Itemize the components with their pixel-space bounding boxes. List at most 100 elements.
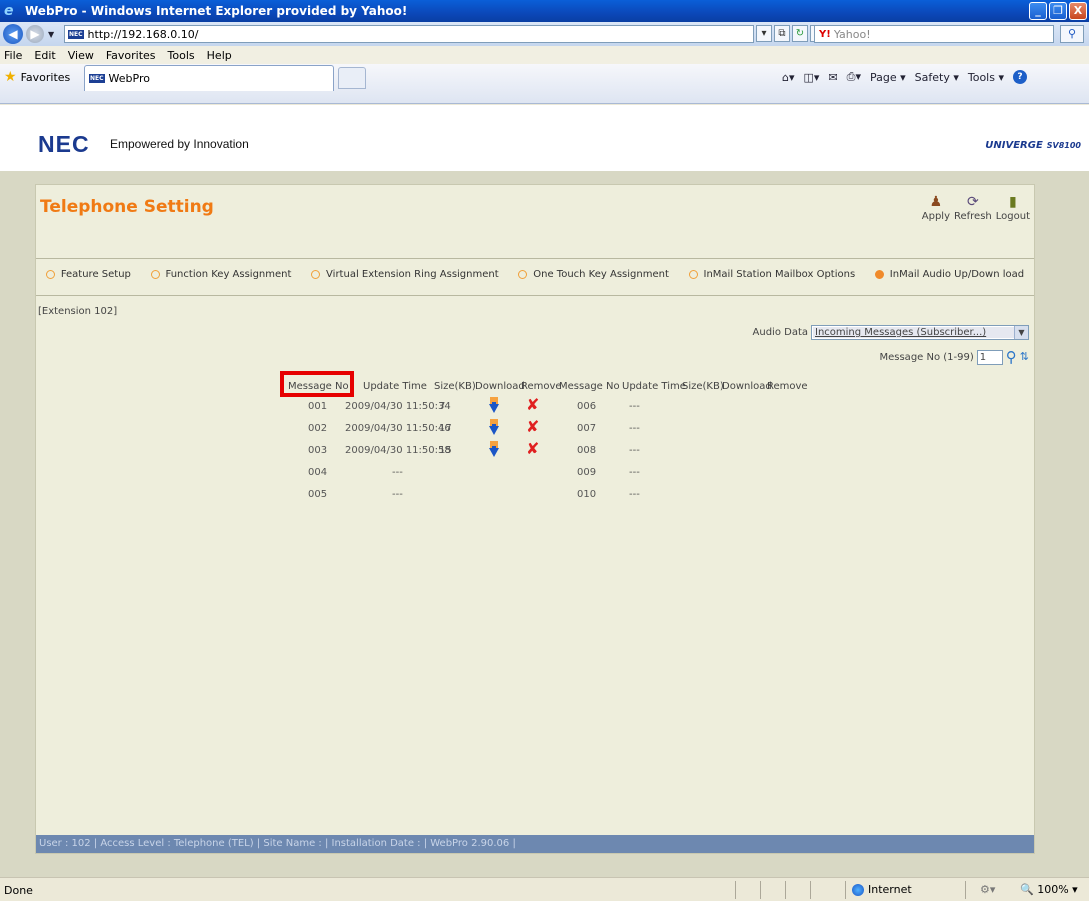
remove-icon[interactable]: ✘ bbox=[526, 441, 539, 457]
row-no: 010 bbox=[577, 489, 597, 500]
refresh-button[interactable]: ⟳ Refresh bbox=[954, 193, 992, 222]
univerge-logo: UNIVERGE SV8100 bbox=[985, 140, 1081, 151]
menu-bar: File Edit View Favorites Tools Help bbox=[0, 46, 1089, 64]
radio-selected-icon bbox=[874, 270, 884, 279]
address-url: http://192.168.0.10/ bbox=[87, 27, 199, 41]
status-divider bbox=[845, 881, 846, 899]
menu-edit[interactable]: Edit bbox=[34, 49, 55, 62]
page-content: NEC Empowered by Innovation UNIVERGE SV81… bbox=[0, 105, 1089, 877]
row-no: 009 bbox=[577, 467, 597, 478]
row-no: 004 bbox=[308, 467, 328, 478]
apply-button[interactable]: ♟ Apply bbox=[922, 193, 950, 222]
download-icon[interactable] bbox=[489, 397, 499, 414]
row-no: 008 bbox=[577, 445, 597, 456]
address-input[interactable]: NEC http://192.168.0.10/ bbox=[64, 25, 754, 43]
tagline: Empowered by Innovation bbox=[110, 137, 249, 151]
top-tools: ♟ Apply ⟳ Refresh ▮ Logout bbox=[922, 193, 1030, 222]
settings-panel: Telephone Setting ♟ Apply ⟳ Refresh ▮ Lo… bbox=[35, 184, 1035, 854]
tab-webpro[interactable]: NEC WebPro bbox=[84, 65, 334, 91]
yahoo-icon: Y! bbox=[819, 28, 831, 40]
remove-icon[interactable]: ✘ bbox=[526, 419, 539, 435]
menu-view[interactable]: View bbox=[68, 49, 94, 62]
protected-mode-icon[interactable]: ⚙▾ bbox=[980, 883, 995, 896]
download-icon[interactable] bbox=[489, 419, 499, 436]
row-time: --- bbox=[629, 489, 640, 500]
message-no-input[interactable]: 1 bbox=[976, 349, 1003, 365]
nav-inmail-audio-updown[interactable]: InMail Audio Up/Down load bbox=[874, 269, 1024, 280]
nav-inmail-mailbox-options[interactable]: InMail Station Mailbox Options bbox=[688, 269, 855, 280]
nav-function-key-assignment[interactable]: Function Key Assignment bbox=[150, 269, 291, 280]
download-icon[interactable] bbox=[489, 441, 499, 458]
restore-button[interactable]: ❐ bbox=[1049, 2, 1067, 20]
remove-icon[interactable]: ✘ bbox=[526, 397, 539, 413]
close-button[interactable]: X bbox=[1069, 2, 1087, 20]
audio-data-row: Audio Data Incoming Messages (Subscriber… bbox=[753, 325, 1029, 340]
status-divider bbox=[735, 881, 736, 899]
header-size-2: Size(KB) bbox=[682, 381, 724, 392]
refresh-icon[interactable]: ↻ bbox=[792, 25, 808, 42]
help-icon[interactable]: ? bbox=[1013, 70, 1028, 84]
safety-menu[interactable]: Safety ▾ bbox=[915, 71, 959, 84]
nav-virtual-extension-ring[interactable]: Virtual Extension Ring Assignment bbox=[311, 269, 499, 280]
row-size: 15 bbox=[439, 445, 452, 456]
favorites-button[interactable]: ★ Favorites bbox=[4, 69, 70, 85]
apply-label: Apply bbox=[921, 211, 950, 222]
tools-menu[interactable]: Tools ▾ bbox=[968, 71, 1004, 84]
message-no-label: Message No (1-99) bbox=[879, 351, 974, 363]
row-time: --- bbox=[629, 467, 640, 478]
swap-arrows-icon[interactable]: ⇅ bbox=[1020, 351, 1029, 362]
new-tab-button[interactable] bbox=[338, 67, 366, 89]
back-button[interactable]: ◀ bbox=[3, 24, 23, 44]
menu-favorites[interactable]: Favorites bbox=[106, 49, 156, 62]
radio-icon bbox=[45, 270, 55, 279]
nec-logo: NEC bbox=[38, 131, 90, 157]
tab-label: WebPro bbox=[108, 72, 150, 85]
status-divider bbox=[965, 881, 966, 899]
page-title: Telephone Setting bbox=[40, 197, 214, 217]
logout-button[interactable]: ▮ Logout bbox=[996, 193, 1030, 222]
forward-button[interactable]: ▶ bbox=[26, 25, 44, 43]
globe-icon bbox=[852, 883, 864, 896]
minimize-button[interactable]: _ bbox=[1029, 2, 1047, 20]
apply-icon: ♟ bbox=[929, 194, 943, 210]
highlight-box bbox=[280, 371, 354, 397]
nec-favicon-icon: NEC bbox=[89, 74, 105, 83]
nec-header: NEC Empowered by Innovation UNIVERGE SV81… bbox=[0, 105, 1089, 171]
window-title: WebPro - Windows Internet Explorer provi… bbox=[25, 4, 408, 18]
audio-data-select[interactable]: Incoming Messages (Subscriber...) ▼ bbox=[811, 325, 1029, 340]
page-menu[interactable]: Page ▾ bbox=[870, 71, 906, 84]
search-input[interactable]: Y! Yahoo! bbox=[814, 25, 1054, 43]
refresh-label: Refresh bbox=[953, 211, 992, 222]
radio-icon bbox=[150, 270, 160, 279]
compatibility-view-icon[interactable]: ⧉ bbox=[774, 25, 790, 42]
window-title-bar[interactable]: e WebPro - Windows Internet Explorer pro… bbox=[0, 0, 1089, 22]
feeds-icon[interactable]: ◫▾ bbox=[804, 71, 820, 84]
nav-one-touch-key[interactable]: One Touch Key Assignment bbox=[518, 269, 669, 280]
logout-door-icon: ▮ bbox=[1009, 194, 1017, 210]
address-dropdown-button[interactable]: ▾ bbox=[756, 25, 772, 42]
status-text: Done bbox=[4, 884, 33, 897]
status-divider bbox=[760, 881, 761, 899]
extension-label: [Extension 102] bbox=[38, 306, 118, 317]
audio-data-label: Audio Data bbox=[752, 327, 808, 338]
mail-icon[interactable]: ✉ bbox=[828, 71, 837, 84]
zoom-control[interactable]: 🔍 100% ▾ bbox=[1020, 883, 1078, 896]
row-time: --- bbox=[629, 445, 640, 456]
chevron-down-icon[interactable]: ▼ bbox=[1014, 326, 1028, 339]
divider bbox=[36, 258, 1034, 259]
print-icon[interactable]: ⎙▾ bbox=[847, 70, 861, 84]
home-icon[interactable]: ⌂▾ bbox=[782, 71, 795, 84]
row-no: 006 bbox=[577, 401, 597, 412]
security-zone[interactable]: Internet bbox=[852, 883, 912, 896]
header-message-no-2: Message No bbox=[559, 381, 620, 392]
history-dropdown-icon[interactable]: ▼ bbox=[48, 30, 54, 39]
menu-file[interactable]: File bbox=[4, 49, 22, 62]
row-no: 005 bbox=[308, 489, 328, 500]
address-toolbar: ◀ ▶ ▼ NEC http://192.168.0.10/ ▾ ⧉ ↻ ✕ Y… bbox=[0, 22, 1089, 46]
menu-tools[interactable]: Tools bbox=[168, 49, 195, 62]
menu-help[interactable]: Help bbox=[207, 49, 232, 62]
search-icon[interactable]: ⚲ bbox=[1006, 348, 1017, 366]
nav-feature-setup[interactable]: Feature Setup bbox=[45, 269, 131, 280]
header-remove: Remove bbox=[521, 381, 562, 392]
search-icon[interactable]: ⚲ bbox=[1060, 25, 1084, 43]
